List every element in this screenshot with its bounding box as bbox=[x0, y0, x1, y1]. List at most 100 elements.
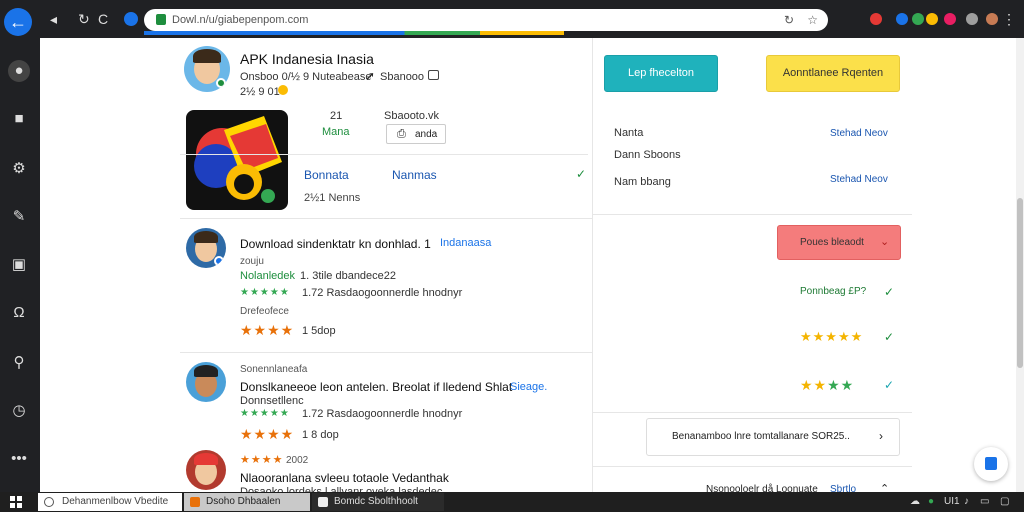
chevron-down-icon: ⌄ bbox=[880, 236, 890, 248]
search-icon bbox=[44, 497, 54, 507]
secondary-action-button[interactable]: Aonntlanee Rqenten bbox=[766, 55, 900, 92]
check-icon: ✓ bbox=[884, 285, 895, 299]
review-line1: 1. 3tile dbandece22 bbox=[300, 270, 397, 282]
gold-badge-icon bbox=[278, 85, 288, 95]
chat-icon bbox=[985, 457, 997, 470]
settings-icon[interactable]: ⚙ bbox=[8, 158, 30, 180]
box-icon[interactable]: ▣ bbox=[8, 254, 30, 276]
edit-icon[interactable]: ✎ bbox=[8, 206, 30, 228]
home-icon[interactable]: ● bbox=[8, 60, 30, 82]
headset-icon[interactable]: Ω bbox=[8, 302, 30, 324]
start-button[interactable] bbox=[10, 496, 22, 508]
info-row-action[interactable]: Stehad Neov bbox=[830, 128, 888, 139]
video-icon[interactable]: ■ bbox=[8, 108, 30, 130]
tray-text: UI1 bbox=[944, 496, 960, 507]
rating-stars: ★★★★★ bbox=[240, 408, 290, 419]
extension-grey-icon[interactable] bbox=[966, 13, 978, 25]
rating-stars: ★★★★ bbox=[240, 454, 284, 466]
extension-green-icon[interactable] bbox=[912, 13, 924, 25]
download-button[interactable]: ⎙ anda bbox=[386, 124, 446, 144]
profile-meta-extra: Sbanooo bbox=[380, 71, 425, 83]
download-icon: ⎙ bbox=[397, 128, 406, 140]
link-box[interactable]: Benanamboo lnre tomtallanare SOR25.. › bbox=[646, 418, 900, 456]
taskbar-search[interactable]: Dehanmenlbow Vbedite bbox=[38, 493, 182, 511]
floating-action-button[interactable] bbox=[974, 447, 1008, 481]
divider bbox=[180, 352, 592, 353]
scrollbar[interactable] bbox=[1016, 38, 1024, 492]
extension-blue-icon[interactable] bbox=[896, 13, 908, 25]
review-rating-text: 1 5dop bbox=[302, 325, 336, 337]
divider bbox=[592, 466, 912, 467]
review-handle: Sonennlaneafa bbox=[240, 364, 308, 375]
review-avatar bbox=[186, 228, 226, 268]
clock-icon[interactable]: ◷ bbox=[8, 400, 30, 422]
display-icon[interactable]: ▭ bbox=[980, 496, 989, 507]
extension-yellow-icon[interactable] bbox=[926, 13, 938, 25]
browser-menu-icon[interactable]: ⋮ bbox=[1002, 11, 1016, 28]
review-headline: Download sindenktatr kn donhlad. 1 bbox=[240, 237, 431, 251]
profile-name: APK Indanesia Inasia bbox=[240, 51, 374, 67]
chevron-right-icon: › bbox=[879, 429, 883, 443]
lock-icon bbox=[156, 14, 166, 25]
stat-left-value: 21 bbox=[330, 110, 343, 122]
reload-icon[interactable]: ↻ bbox=[78, 12, 90, 26]
rating-stars: ★★★★ bbox=[240, 426, 295, 442]
check-icon: ✓ bbox=[884, 330, 895, 344]
app-sidebar: ● ■ ⚙ ✎ ▣ Ω ⚲ ◷ ••• bbox=[0, 38, 40, 492]
review-headline-link[interactable]: Sieage. bbox=[510, 381, 547, 393]
verified-icon bbox=[216, 78, 226, 88]
review-line2: 1.72 Rasdaogoonnerdle hnodnyr bbox=[302, 287, 463, 299]
info-row-label: Dann Sboons bbox=[614, 149, 681, 161]
profile-avatar-icon[interactable] bbox=[986, 13, 998, 25]
tab-nanmas[interactable]: Nanmas bbox=[392, 168, 437, 182]
extension-red-icon[interactable] bbox=[870, 13, 882, 25]
check-row-label: Ponnbeag £P? bbox=[800, 286, 867, 297]
bookmark-star-icon[interactable]: ☆ bbox=[807, 13, 818, 27]
address-url: Dowl.n/u/giabepenpom.com bbox=[172, 14, 309, 26]
profile-avatar bbox=[184, 46, 230, 92]
search-icon[interactable]: ⚲ bbox=[8, 352, 30, 374]
review-avatar bbox=[186, 362, 226, 402]
review-headline-link[interactable]: Indanaasa bbox=[440, 237, 491, 249]
address-bar[interactable]: Dowl.n/u/giabepenpom.com ↻ ☆ bbox=[144, 9, 828, 31]
review-line1: Donnsetllenc bbox=[240, 395, 304, 407]
image-icon[interactable] bbox=[428, 70, 439, 80]
share-icon[interactable]: ↻ bbox=[784, 13, 794, 27]
back-button[interactable]: ← bbox=[4, 8, 32, 36]
app-icon bbox=[190, 497, 200, 507]
network-icon[interactable]: ● bbox=[928, 496, 934, 507]
review-line1-label: Nolanledek bbox=[240, 270, 296, 282]
review-headline: Nlaooranlana svleeu totaole Vedanthak bbox=[240, 471, 449, 485]
taskbar-app-1[interactable]: Dsoho Dhbaalen bbox=[184, 493, 310, 511]
stat-right-value: Sbaooto.vk bbox=[384, 110, 440, 122]
info-row-label: Nanta bbox=[614, 127, 644, 139]
review-headline: Donslkaneeoe leon antelen. Breolat if ll… bbox=[240, 380, 513, 394]
notification-icon[interactable]: ▢ bbox=[1000, 496, 1009, 507]
review-rating-text: 1 8 dop bbox=[302, 429, 339, 441]
profile-meta: Onsboo 0/½ 9 Nuteabease bbox=[240, 71, 372, 83]
rating-stars: ★★★★★ bbox=[240, 287, 290, 298]
tab-bonnata[interactable]: Bonnata bbox=[304, 168, 349, 182]
rating-stars: ★★★★★ bbox=[800, 329, 864, 344]
scrollbar-thumb[interactable] bbox=[1017, 198, 1023, 368]
share-arrow-icon[interactable]: ➚ bbox=[365, 69, 375, 83]
review-handle: 2002 bbox=[286, 455, 309, 466]
dropdown-button[interactable]: Poues bleaodt ⌄ bbox=[777, 225, 901, 260]
review-avatar bbox=[186, 450, 226, 490]
refresh-icon[interactable]: C bbox=[98, 12, 108, 26]
check-icon: ✓ bbox=[884, 378, 895, 392]
info-row-label: Nam bbang bbox=[614, 176, 671, 188]
review-handle: zouju bbox=[240, 256, 264, 267]
more-icon[interactable]: ••• bbox=[8, 448, 30, 470]
primary-action-button[interactable]: Lep fhecelton bbox=[604, 55, 718, 92]
app-count: 2½1 Nenns bbox=[304, 192, 361, 204]
forward-icon[interactable]: ◂ bbox=[50, 12, 57, 26]
info-row-action[interactable]: Stehad Neov bbox=[830, 174, 888, 185]
taskbar-app-2[interactable]: Bomdc Sbolthhoolt bbox=[312, 493, 444, 511]
cloud-icon[interactable]: ☁ bbox=[910, 496, 920, 507]
volume-icon[interactable]: ♪ bbox=[964, 496, 969, 507]
review-footer: Drefeofece bbox=[240, 306, 289, 317]
profile-date: 2½ 9 01 bbox=[240, 86, 280, 98]
extension-pink-icon[interactable] bbox=[944, 13, 956, 25]
app-icon[interactable] bbox=[186, 110, 288, 210]
